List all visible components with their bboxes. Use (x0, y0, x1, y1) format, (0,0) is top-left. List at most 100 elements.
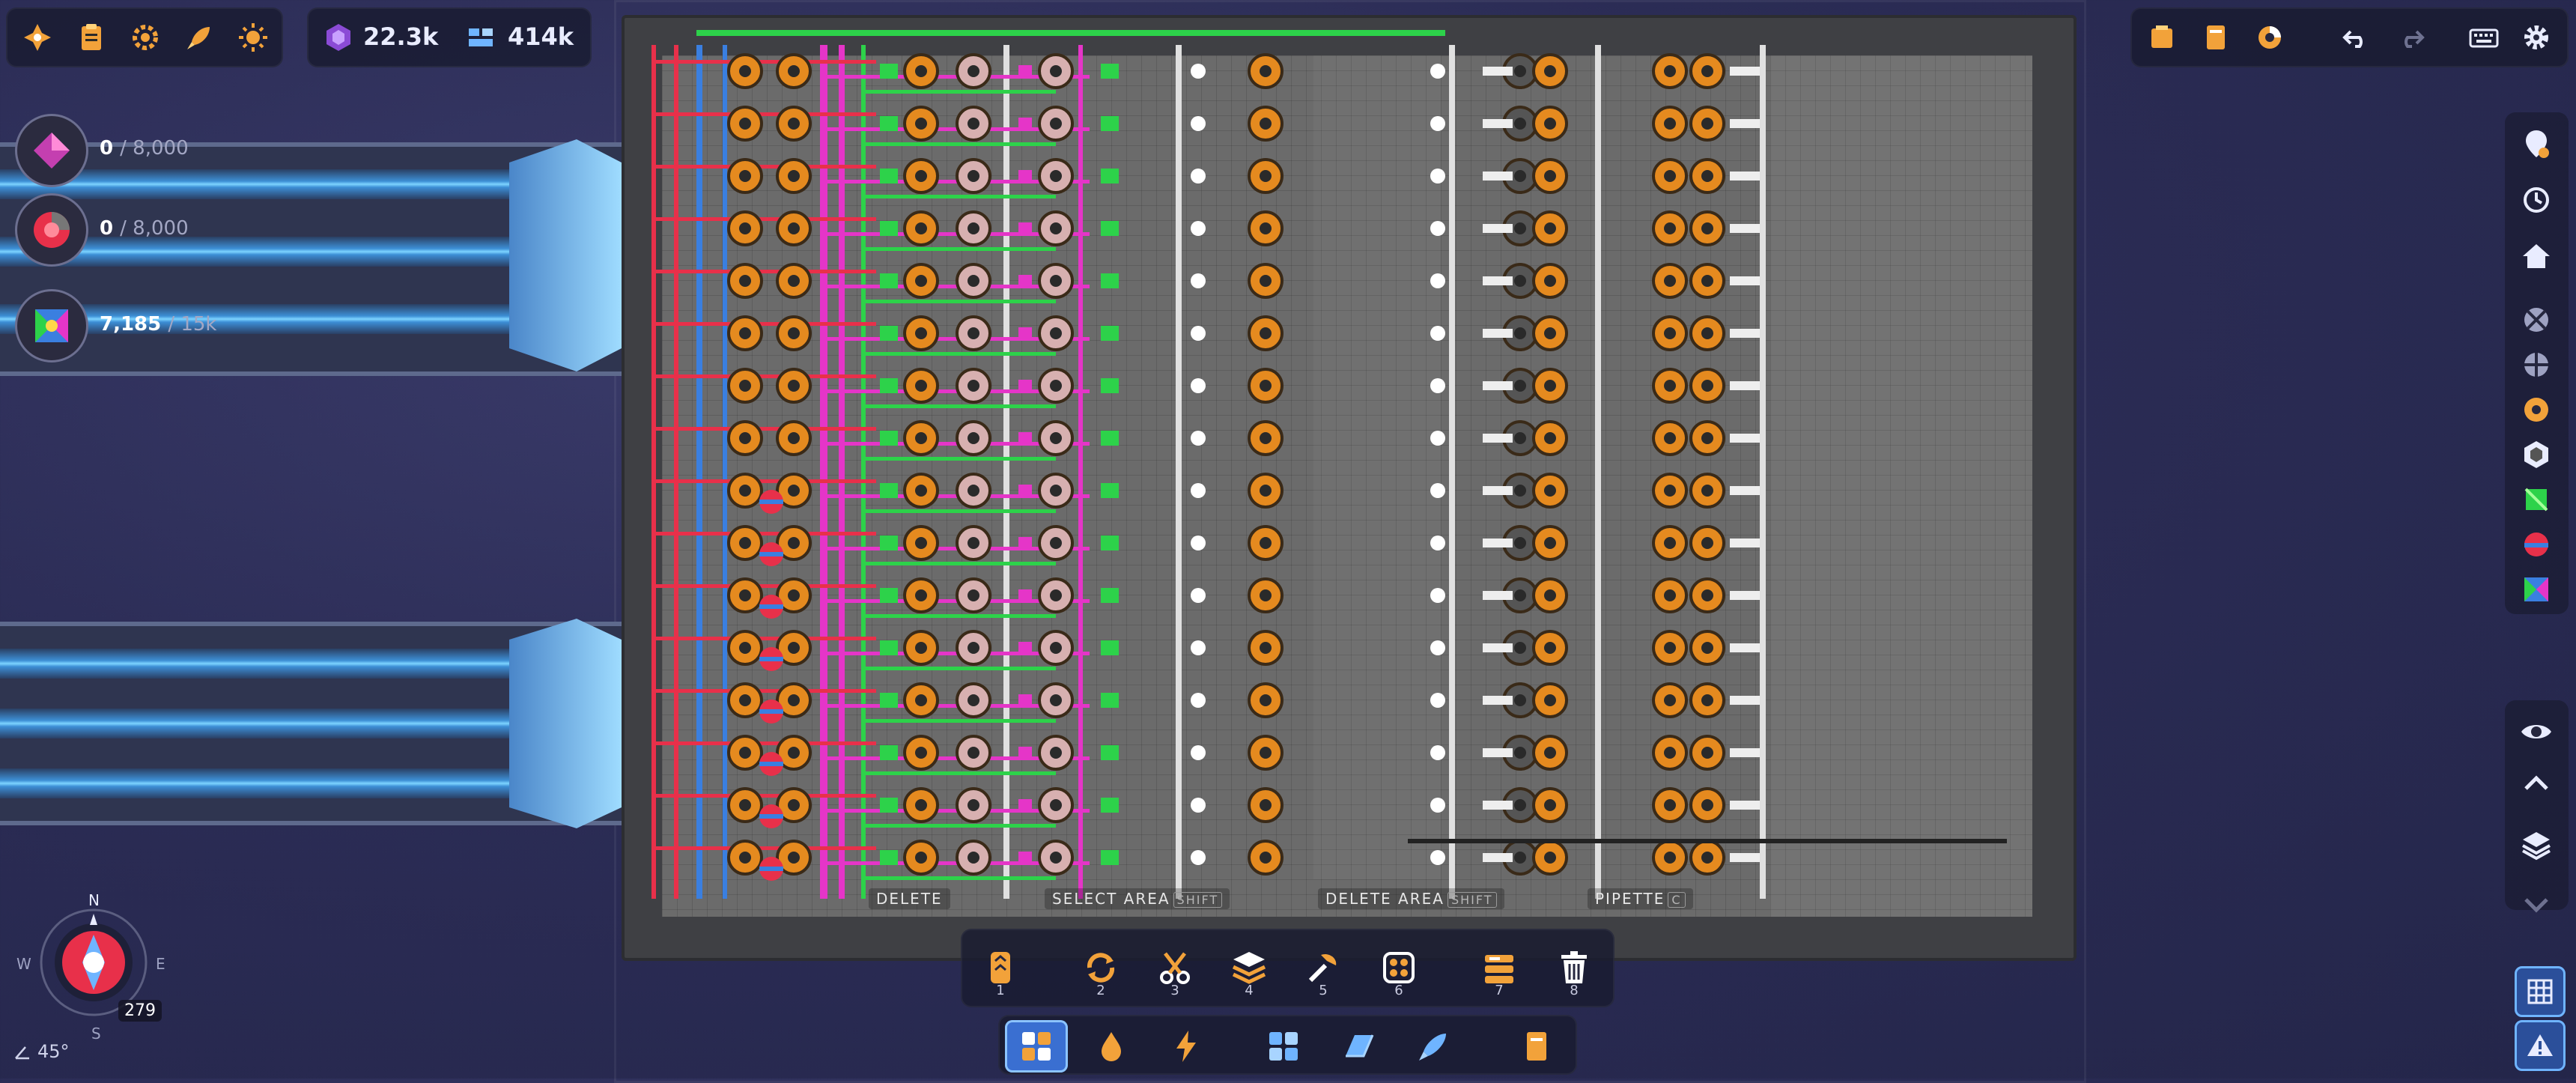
machine-core[interactable] (1260, 642, 1272, 654)
green-node[interactable] (1101, 116, 1119, 131)
green-node[interactable] (1101, 588, 1119, 603)
machine-core[interactable] (1544, 275, 1556, 287)
machine-core[interactable] (1260, 327, 1272, 339)
machine-core[interactable] (1260, 380, 1272, 392)
game-world[interactable] (0, 0, 2576, 1083)
white-node[interactable] (1430, 431, 1445, 446)
machine-core[interactable] (967, 275, 979, 287)
machine-core[interactable] (915, 432, 927, 444)
pipe-column[interactable] (1176, 45, 1182, 899)
machine-core[interactable] (1260, 118, 1272, 130)
pipe-connector[interactable] (651, 846, 876, 850)
pipe-column[interactable] (723, 45, 727, 899)
white-bracket[interactable] (1483, 748, 1513, 757)
layer-filter-5-icon[interactable] (2512, 476, 2560, 524)
pipe-connector[interactable] (651, 479, 876, 483)
green-node[interactable] (1101, 64, 1119, 79)
layer-filter-4-icon[interactable] (2512, 431, 2560, 479)
pipe-connector[interactable] (651, 637, 876, 640)
pipe-connector[interactable] (861, 195, 1056, 198)
white-node[interactable] (1430, 273, 1445, 288)
green-node[interactable] (880, 273, 898, 288)
shape-counter-2[interactable] (15, 193, 88, 267)
machine-core[interactable] (1514, 694, 1526, 706)
pipe-connector[interactable] (861, 824, 1056, 828)
machine-core[interactable] (788, 642, 800, 654)
category-fluids[interactable] (1080, 1020, 1143, 1073)
machine-core[interactable] (739, 852, 751, 864)
pipe-connector[interactable] (651, 270, 876, 273)
category-wires[interactable] (1327, 1020, 1390, 1073)
green-node[interactable] (880, 693, 898, 708)
machine-core[interactable] (1514, 642, 1526, 654)
magenta-node[interactable] (1018, 327, 1032, 339)
green-node[interactable] (880, 378, 898, 393)
white-node[interactable] (1191, 640, 1206, 655)
pipe-connector[interactable] (651, 217, 876, 221)
machine-core[interactable] (1544, 642, 1556, 654)
machine-core[interactable] (1544, 327, 1556, 339)
white-bracket[interactable] (1730, 801, 1760, 810)
white-node[interactable] (1191, 745, 1206, 760)
machine-core[interactable] (1514, 537, 1526, 549)
pipe-connector[interactable] (861, 876, 1056, 880)
machine-core[interactable] (739, 747, 751, 759)
green-node[interactable] (880, 326, 898, 341)
machine-core[interactable] (788, 118, 800, 130)
machine-core[interactable] (915, 275, 927, 287)
machine-core[interactable] (1664, 852, 1676, 864)
machine-core[interactable] (1260, 65, 1272, 77)
machine-core[interactable] (915, 118, 927, 130)
machine-core[interactable] (1514, 65, 1526, 77)
machine-core[interactable] (1701, 642, 1713, 654)
white-node[interactable] (1191, 326, 1206, 341)
white-node[interactable] (1191, 588, 1206, 603)
machine-core[interactable] (788, 432, 800, 444)
machine-core[interactable] (739, 799, 751, 811)
pipe-connector[interactable] (861, 667, 1056, 670)
home-icon[interactable] (2512, 232, 2560, 280)
pipe-column[interactable] (1078, 45, 1083, 899)
machine-core[interactable] (1701, 118, 1713, 130)
machine-core[interactable] (1514, 852, 1526, 864)
green-node[interactable] (880, 798, 898, 813)
layer-filter-7-icon[interactable] (2512, 565, 2560, 613)
machine-core[interactable] (1260, 485, 1272, 497)
magenta-node[interactable] (1018, 747, 1032, 759)
machine-core[interactable] (967, 747, 979, 759)
machine-core[interactable] (1701, 432, 1713, 444)
machine-core[interactable] (788, 747, 800, 759)
machine-core[interactable] (1514, 118, 1526, 130)
white-bracket[interactable] (1730, 67, 1760, 76)
machine-core[interactable] (915, 485, 927, 497)
white-bracket[interactable] (1730, 853, 1760, 862)
category-blueprints[interactable] (1252, 1020, 1315, 1073)
shape-counter-1[interactable] (15, 114, 88, 187)
white-node[interactable] (1191, 483, 1206, 498)
pipe-connector[interactable] (861, 90, 1056, 94)
white-node[interactable] (1191, 116, 1206, 131)
white-node[interactable] (1430, 850, 1445, 865)
machine-core[interactable] (739, 537, 751, 549)
machine-core[interactable] (915, 222, 927, 234)
white-bracket[interactable] (1730, 172, 1760, 180)
green-node[interactable] (880, 116, 898, 131)
machine-core[interactable] (1544, 852, 1556, 864)
white-bracket[interactable] (1483, 486, 1513, 495)
machine-core[interactable] (1544, 380, 1556, 392)
machine-core[interactable] (1514, 222, 1526, 234)
white-node[interactable] (1430, 169, 1445, 183)
white-node[interactable] (1430, 798, 1445, 813)
white-node[interactable] (1430, 483, 1445, 498)
clipboard-icon[interactable] (67, 13, 115, 61)
white-node[interactable] (1191, 64, 1206, 79)
white-bracket[interactable] (1483, 853, 1513, 862)
machine-core[interactable] (788, 589, 800, 601)
machine-core[interactable] (1544, 799, 1556, 811)
machine-core[interactable] (915, 380, 927, 392)
machine-core[interactable] (1701, 275, 1713, 287)
green-node[interactable] (1101, 169, 1119, 183)
machine-core[interactable] (788, 694, 800, 706)
machine-core[interactable] (788, 537, 800, 549)
pipe-connector[interactable] (861, 562, 1056, 565)
